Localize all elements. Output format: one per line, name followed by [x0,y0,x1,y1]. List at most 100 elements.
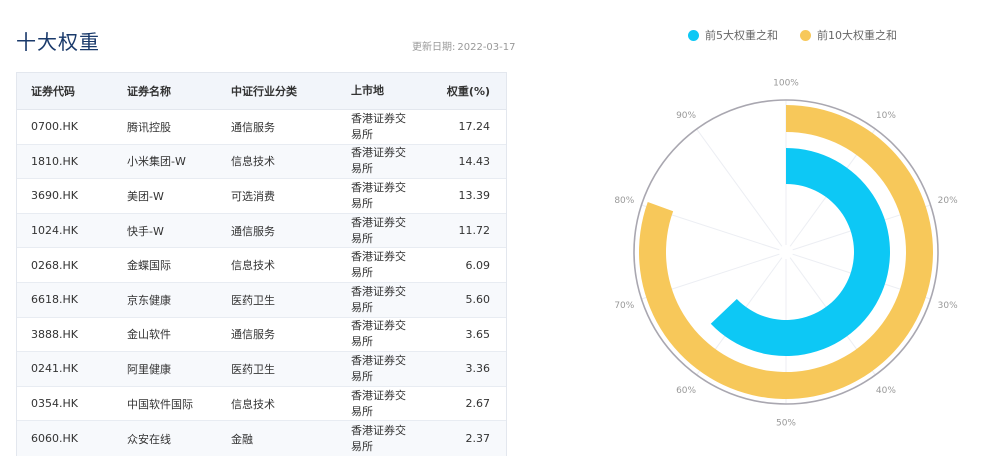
angle-tick-label: 10% [876,111,896,121]
cell-market-line2: 易所 [351,196,373,210]
cell-name: 金山软件 [127,328,171,342]
cell-market-line1: 香港证券交 [351,215,406,229]
cell-market-line1: 香港证券交 [351,250,406,264]
cell-code: 0354.HK [31,397,78,411]
legend-label-top5: 前5大权重之和 [705,29,778,42]
cell-market-line2: 易所 [351,439,373,453]
cell-weight: 2.37 [465,432,491,446]
angle-tick-label: 20% [938,196,958,206]
angle-tick-label: 50% [776,419,796,429]
table-row[interactable]: 0268.HK 金蝶国际 信息技术 香港证券交 易所 6.09 [17,248,506,283]
cell-market-line2: 易所 [351,335,373,349]
table-header: 证券代码 证券名称 中证行业分类 上市地 权重(%) [17,73,506,110]
cell-name: 阿里健康 [127,362,171,376]
angle-tick-label: 80% [614,196,634,206]
angle-tick-label: 90% [676,111,696,121]
cell-market-line2: 易所 [351,404,373,418]
cell-name: 腾讯控股 [127,120,171,134]
cell-market: 香港证券交 易所 [339,388,435,420]
cell-name: 京东健康 [127,293,171,307]
update-date-label: 更新日期: [412,42,456,53]
table-row[interactable]: 6618.HK 京东健康 医药卫生 香港证券交易所 5.60 [17,282,506,318]
cell-market-line2: 易所 [351,231,373,245]
page-title: 十大权重 [16,30,100,54]
holdings-table: 证券代码 证券名称 中证行业分类 上市地 权重(%) 0700.HK 腾讯控股 通信… [16,72,507,456]
cell-industry: 医药卫生 [231,362,275,376]
cell-market-line2: 易所 [351,162,373,176]
col-header-code[interactable]: 证券代码 [17,83,115,99]
cell-industry: 金融 [231,432,253,446]
cell-market-line2: 易所 [351,369,373,383]
cell-market-line1: 香港证券交 [351,423,406,437]
col-header-market[interactable]: 上市地 [339,83,435,99]
cell-market-line1: 香港证券交 [351,284,406,298]
table-row[interactable]: 1024.HK 快手-W 通信服务 香港证券交易所 11.72 [17,213,506,249]
legend-label-top10: 前10大权重之和 [817,29,897,42]
cell-name: 中国软件国际 [127,397,193,411]
table-row[interactable]: 0354.HK 中国软件国际 信息技术 香港证券交 易所 2.67 [17,387,506,422]
cell-industry: 可选消费 [231,189,275,203]
table-row[interactable]: 3690.HK 美团-W 可选消费 香港证券交 易所 13.39 [17,179,506,214]
cell-industry: 信息技术 [231,259,275,273]
cell-weight: 5.60 [465,293,491,307]
legend-item-top5[interactable]: 前5大权重之和 [688,27,778,43]
polar-bar-chart: 10% 20% 30% 40% 50% 60% 70% 80% 90% 100% [614,79,958,429]
cell-name: 小米集团-W [127,155,186,169]
cell-market-line1: 香港证券交 [351,353,406,367]
cell-industry: 通信服务 [231,120,275,134]
cell-name: 美团-W [127,189,164,203]
cell-market: 香港证券交 易所 [339,215,435,247]
legend-dot-top10 [800,29,811,41]
cell-code: 6618.HK [31,293,78,307]
cell-market: 香港证券交 易所 [339,180,435,212]
cell-market-line2: 易所 [351,300,373,314]
table-row[interactable]: 1810.HK 小米集团-W 信息技术 香港证券交 易所 14.43 [17,144,506,180]
cell-code: 0241.HK [31,362,78,376]
cell-market-line1: 香港证券交 [351,319,406,333]
cell-weight: 17.24 [458,120,491,134]
table-row[interactable]: 6060.HK 众安在线 金融 香港证券交 易所 2.37 [17,421,506,456]
angle-tick-label: 100% [773,79,799,89]
cell-market: 香港证券交 易所 [339,423,435,455]
table-row[interactable]: 0241.HK 阿里健康 医药卫生 香港证券交易所 3.36 [17,352,506,387]
cell-code: 1810.HK [31,154,78,168]
cell-weight: 3.36 [465,362,491,376]
cell-market: 香港证券交 易所 [339,284,435,316]
angle-tick-label: 40% [876,386,896,396]
cell-name: 快手-W [127,224,164,238]
col-header-weight[interactable]: 权重(%) [435,83,506,99]
col-header-industry[interactable]: 中证行业分类 [219,83,339,99]
chart-legend: 前5大权重之和 前10大权重之和 [688,27,919,43]
cell-market-line1: 香港证券交 [351,146,406,160]
cell-market-line2: 易所 [351,127,373,141]
cell-market: 香港证券交 易所 [339,318,435,350]
cell-code: 1024.HK [31,224,78,238]
legend-dot-top5 [688,29,699,41]
cell-market: 香港证券交 易所 [339,353,435,385]
angle-tick-label: 30% [938,301,958,311]
cell-market-line2: 易所 [351,266,373,280]
legend-item-top10[interactable]: 前10大权重之和 [800,27,897,43]
table-body: 0700.HK 腾讯控股 通信服务 香港证券交 易所 17.24 1810.HK 小米集团-W… [17,110,506,456]
bar-top5 [710,148,890,356]
cell-weight: 3.65 [465,327,491,341]
cell-weight: 2.67 [465,397,491,411]
update-date: 更新日期: 2022-03-17 [412,38,516,53]
cell-weight: 13.39 [458,189,491,203]
table-row[interactable]: 3888.HK 金山软件 通信服务 香港证券交 易所 3.65 [17,318,506,353]
cell-code: 0268.HK [31,258,78,272]
cell-industry: 通信服务 [231,224,275,238]
cell-code: 3690.HK [31,189,78,203]
cell-industry: 医药卫生 [231,293,275,307]
col-header-name[interactable]: 证券名称 [115,83,219,99]
cell-name: 金蝶国际 [127,259,171,273]
angle-tick-label: 60% [676,386,696,396]
cell-market: 香港证券交 易所 [339,111,435,143]
cell-market: 香港证券交 易所 [339,249,435,281]
cell-industry: 通信服务 [231,328,275,342]
cell-name: 众安在线 [127,432,171,446]
cell-industry: 信息技术 [231,397,275,411]
table-row[interactable]: 0700.HK 腾讯控股 通信服务 香港证券交 易所 17.24 [17,110,506,145]
angle-grid-line [696,128,787,253]
cell-weight: 11.72 [458,224,491,238]
